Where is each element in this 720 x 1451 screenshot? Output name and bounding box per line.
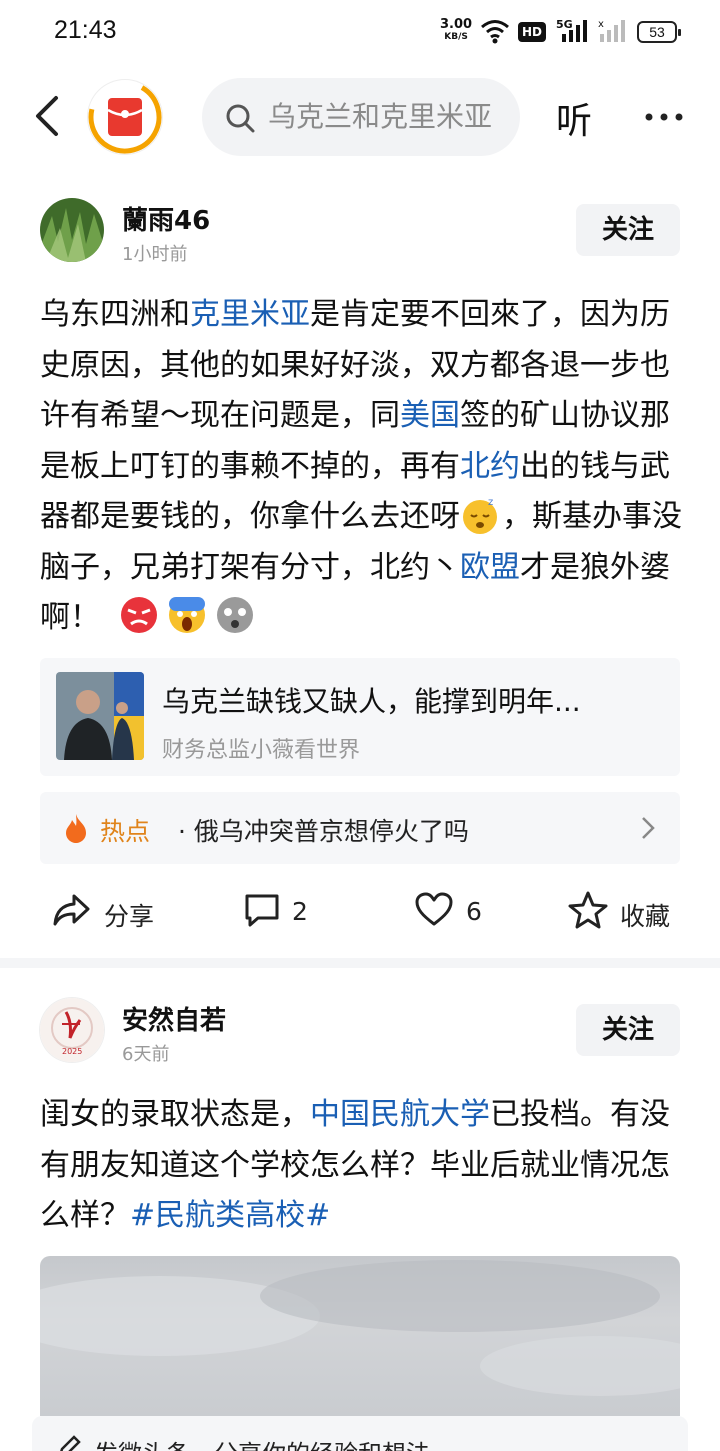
post-content[interactable]: 闺女的录取状态是，中国民航大学已投档。有没有朋友知道这个学校怎么样？毕业后就业情…	[40, 1090, 684, 1242]
angry-emoji-icon	[121, 597, 157, 633]
topic-link-eu[interactable]: 欧盟	[460, 550, 520, 585]
article-source: 财务总监小薇看世界	[162, 738, 361, 763]
favorite-button[interactable]: 收藏	[620, 897, 670, 933]
network-speed-value: 3.00	[440, 17, 473, 32]
status-time: 21:43	[54, 16, 117, 44]
top-bar: 乌克兰和克里米亚 听	[0, 72, 720, 162]
avatar[interactable]: 2025	[40, 998, 104, 1062]
more-icon[interactable]	[644, 112, 684, 122]
compose-bar[interactable]: 发微头条，分享你的经验和想法	[32, 1416, 688, 1451]
screaming-emoji-icon	[169, 597, 205, 633]
topic-link-crimea[interactable]: 克里米亚	[190, 297, 310, 332]
hd-badge: HD	[518, 22, 546, 42]
shocked-gray-emoji-icon	[217, 597, 253, 633]
article-photo-image	[56, 672, 144, 760]
follow-button[interactable]: 关注	[576, 204, 680, 256]
follow-button[interactable]: 关注	[576, 1004, 680, 1056]
content-text: 闺女的录取状态是，	[40, 1097, 310, 1132]
network-speed: 3.00 KB/S	[440, 17, 473, 43]
signal-icon-2: x	[598, 19, 625, 42]
hot-topic-bar[interactable]: 热点 · 俄乌冲突普京想停火了吗	[40, 792, 680, 864]
hot-label: 热点	[100, 817, 151, 846]
share-button[interactable]: 分享	[104, 897, 154, 933]
flame-icon	[66, 814, 86, 843]
app-logo[interactable]	[88, 80, 162, 154]
status-bar: 21:43 3.00 KB/S HD 5G x 53	[0, 0, 720, 64]
like-count[interactable]: 6	[466, 897, 482, 926]
content-text: 乌东四洲和	[40, 297, 190, 332]
svg-text:z: z	[488, 497, 493, 508]
svg-text:x: x	[598, 19, 604, 30]
article-thumbnail	[56, 672, 144, 760]
red-envelope-icon	[88, 80, 162, 154]
hashtag-link[interactable]: #民航类高校#	[130, 1198, 330, 1233]
heart-icon[interactable]	[414, 890, 454, 930]
topic-link-nato[interactable]: 北约	[460, 449, 520, 484]
post-time: 1小时前	[122, 244, 188, 265]
back-arrow-icon[interactable]	[28, 94, 68, 138]
signal-icon	[562, 20, 587, 42]
star-icon[interactable]	[568, 890, 608, 930]
search-icon	[226, 104, 255, 133]
battery-indicator: 53	[637, 21, 681, 43]
chevron-right-icon	[642, 817, 655, 839]
avatar[interactable]	[40, 198, 104, 262]
post-content[interactable]: 乌东四洲和克里米亚是肯定要不回來了，因为历史原因，其他的如果好好淡，双方都各退一…	[40, 290, 684, 644]
author-name[interactable]: 蘭雨46	[122, 200, 210, 237]
topic-link-university[interactable]: 中国民航大学	[310, 1097, 490, 1132]
hot-topic-text: · 俄乌冲突普京想停火了吗	[178, 817, 469, 846]
pen-icon	[60, 1435, 81, 1451]
network-speed-unit: KB/S	[444, 32, 468, 42]
post-divider	[0, 958, 720, 968]
comment-icon[interactable]	[242, 890, 282, 930]
svg-text:2025: 2025	[62, 1047, 82, 1056]
share-icon[interactable]	[52, 890, 92, 930]
comment-count[interactable]: 2	[292, 897, 308, 926]
cloudy-sky-image	[40, 1260, 680, 1396]
author-name[interactable]: 安然自若	[122, 1000, 226, 1037]
avatar-art-image: 2025	[40, 998, 104, 1062]
avatar-plant-image	[40, 198, 104, 262]
search-query[interactable]: 乌克兰和克里米亚	[268, 95, 512, 135]
post-image[interactable]	[40, 1256, 680, 1416]
listen-button[interactable]: 听	[556, 92, 592, 144]
referenced-article-card[interactable]: 乌克兰缺钱又缺人，能撑到明年... 财务总监小薇看世界	[40, 658, 680, 776]
post-actions: 分享 2 6 收藏	[0, 880, 720, 940]
topic-link-usa[interactable]: 美国	[400, 398, 460, 433]
sleepy-emoji-icon: z	[463, 497, 497, 534]
post-time: 6天前	[122, 1044, 170, 1065]
wifi-icon	[481, 20, 509, 44]
compose-prompt: 发微头条，分享你的经验和想法	[94, 1434, 430, 1451]
article-title: 乌克兰缺钱又缺人，能撑到明年...	[162, 685, 581, 718]
